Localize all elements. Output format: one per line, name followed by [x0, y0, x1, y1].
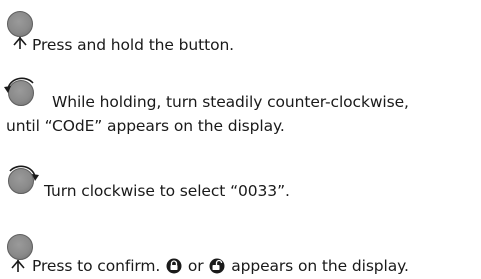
step-3-text: Turn clockwise to select “0033”. [44, 182, 290, 200]
step-2-line-1: While holding, turn steadily counter-clo… [52, 93, 409, 111]
press-arrow-icon [11, 259, 25, 272]
step-4-or: or [187, 257, 204, 275]
knob-icon [7, 234, 33, 260]
unlock-icon [209, 258, 225, 274]
step-4-after: appears on the display. [231, 257, 409, 275]
knob-icon [7, 11, 33, 37]
step-4-before: Press to confirm. [32, 257, 161, 275]
step-1-text: Press and hold the button. [32, 36, 235, 54]
clockwise-arrow-icon [9, 165, 39, 181]
counter-clockwise-arrow-icon [4, 77, 34, 93]
step-4-text: Press to confirm. or appears on the disp… [32, 256, 409, 276]
step-2-line-2: until “COdE” appears on the display. [6, 117, 285, 135]
press-arrow-icon [13, 36, 27, 49]
lock-icon [166, 258, 182, 274]
